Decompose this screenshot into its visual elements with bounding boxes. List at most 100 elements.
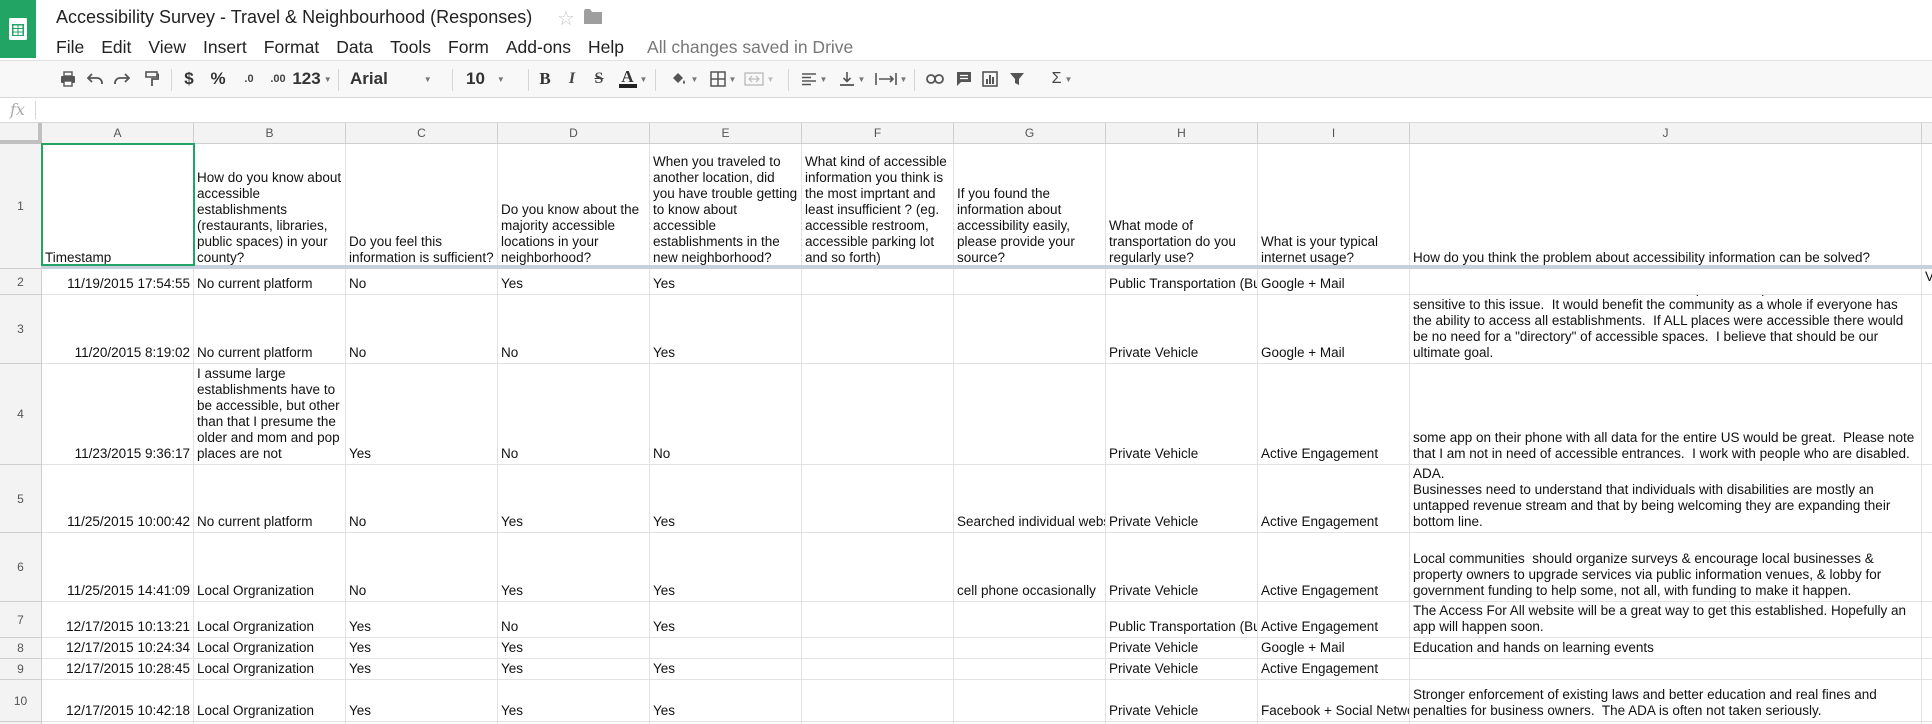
cell-g5[interactable]: Searched individual webs <box>954 465 1106 533</box>
cell-j9[interactable] <box>1410 659 1922 680</box>
cell-h4[interactable]: Private Vehicle <box>1106 364 1258 465</box>
cell-j5[interactable]: New builds need to be enforced by the lo… <box>1410 465 1922 533</box>
cell-i2[interactable]: Google + Mail <box>1258 269 1410 295</box>
cell-a1[interactable]: Timestamp <box>42 144 194 269</box>
cell-e2[interactable]: Yes <box>650 269 802 295</box>
column-header-a[interactable]: A <box>42 123 194 144</box>
cell-i9[interactable]: Active Engagement <box>1258 659 1410 680</box>
cell-b4[interactable]: I assume large establishments have to be… <box>194 364 346 465</box>
row-header-3[interactable]: 3 <box>0 295 42 364</box>
cell-d6[interactable]: Yes <box>498 533 650 602</box>
column-header-f[interactable]: F <box>802 123 954 144</box>
strikethrough-button[interactable]: S <box>589 61 609 97</box>
merge-cells-button[interactable]: ▼ <box>742 61 776 97</box>
cell-b10[interactable]: Local Orgranization <box>194 680 346 722</box>
cell-g6[interactable]: cell phone occasionally <box>954 533 1106 602</box>
cell-e5[interactable]: Yes <box>650 465 802 533</box>
cell-c6[interactable]: No <box>346 533 498 602</box>
cell-a6[interactable]: 11/25/2015 14:41:09 <box>42 533 194 602</box>
cell-d9[interactable]: Yes <box>498 659 650 680</box>
row-header-4[interactable]: 4 <box>0 364 42 465</box>
cell-next-3[interactable] <box>1922 295 1932 364</box>
cell-next-9[interactable] <box>1922 659 1932 680</box>
cell-h5[interactable]: Private Vehicle <box>1106 465 1258 533</box>
column-header-h[interactable]: H <box>1106 123 1258 144</box>
cell-e10[interactable]: Yes <box>650 680 802 722</box>
insert-comment-icon[interactable] <box>952 61 976 97</box>
redo-icon[interactable] <box>110 61 134 97</box>
borders-button[interactable]: ▼ <box>707 61 739 97</box>
menu-format[interactable]: Format <box>264 37 319 58</box>
cell-c5[interactable]: No <box>346 465 498 533</box>
cell-c9[interactable]: Yes <box>346 659 498 680</box>
insert-link-icon[interactable] <box>922 61 948 97</box>
filter-icon[interactable] <box>1004 61 1030 97</box>
cell-d5[interactable]: Yes <box>498 465 650 533</box>
cell-c8[interactable]: Yes <box>346 638 498 659</box>
cell-d3[interactable]: No <box>498 295 650 364</box>
functions-button[interactable]: Σ ▼ <box>1044 61 1080 97</box>
column-header-j[interactable]: J <box>1410 123 1922 144</box>
folder-icon[interactable] <box>584 9 602 29</box>
percent-format-button[interactable]: % <box>206 61 230 97</box>
cell-f8[interactable] <box>802 638 954 659</box>
formula-input[interactable] <box>42 98 1932 122</box>
cell-f3[interactable] <box>802 295 954 364</box>
cell-c4[interactable]: Yes <box>346 364 498 465</box>
row-header-9[interactable]: 9 <box>0 659 42 680</box>
cell-g9[interactable] <box>954 659 1106 680</box>
cell-h3[interactable]: Private Vehicle <box>1106 295 1258 364</box>
cell-a5[interactable]: 11/25/2015 10:00:42 <box>42 465 194 533</box>
cell-e3[interactable]: Yes <box>650 295 802 364</box>
cell-next-5[interactable] <box>1922 465 1932 533</box>
cell-e9[interactable]: Yes <box>650 659 802 680</box>
cell-b3[interactable]: No current platform <box>194 295 346 364</box>
cell-h10[interactable]: Private Vehicle <box>1106 680 1258 722</box>
cell-j7[interactable]: The Access For All website will be a gre… <box>1410 602 1922 638</box>
row-header-7[interactable]: 7 <box>0 602 42 638</box>
cell-g8[interactable] <box>954 638 1106 659</box>
cell-e4[interactable]: No <box>650 364 802 465</box>
column-header-next[interactable] <box>1922 123 1932 144</box>
cell-j6[interactable]: Local communities should organize survey… <box>1410 533 1922 602</box>
cell-e7[interactable]: Yes <box>650 602 802 638</box>
cell-j2[interactable] <box>1410 269 1922 295</box>
cell-next-1[interactable] <box>1922 144 1932 269</box>
cell-c2[interactable]: No <box>346 269 498 295</box>
star-icon[interactable]: ☆ <box>557 6 575 31</box>
cell-d2[interactable]: Yes <box>498 269 650 295</box>
cell-i6[interactable]: Active Engagement <box>1258 533 1410 602</box>
menu-insert[interactable]: Insert <box>203 37 247 58</box>
cell-h6[interactable]: Private Vehicle <box>1106 533 1258 602</box>
cell-d1[interactable]: Do you know about the majority accessibl… <box>498 144 650 269</box>
cell-c3[interactable]: No <box>346 295 498 364</box>
bold-button[interactable]: B <box>535 61 555 97</box>
cell-g4[interactable] <box>954 364 1106 465</box>
cell-j1[interactable]: How do you think the problem about acces… <box>1410 144 1922 269</box>
cell-h9[interactable]: Private Vehicle <box>1106 659 1258 680</box>
cell-i7[interactable]: Active Engagement <box>1258 602 1410 638</box>
cell-d4[interactable]: No <box>498 364 650 465</box>
cell-g2[interactable] <box>954 269 1106 295</box>
cell-d8[interactable]: Yes <box>498 638 650 659</box>
cell-e6[interactable]: Yes <box>650 533 802 602</box>
cell-g7[interactable] <box>954 602 1106 638</box>
currency-format-button[interactable]: $ <box>178 61 200 97</box>
select-all-corner[interactable] <box>0 123 42 144</box>
column-header-e[interactable]: E <box>650 123 802 144</box>
cell-e8[interactable] <box>650 638 802 659</box>
cell-g3[interactable] <box>954 295 1106 364</box>
cell-b6[interactable]: Local Orgranization <box>194 533 346 602</box>
cell-b8[interactable]: Local Orgranization <box>194 638 346 659</box>
column-header-g[interactable]: G <box>954 123 1106 144</box>
insert-chart-icon[interactable] <box>978 61 1002 97</box>
cell-i4[interactable]: Active Engagement <box>1258 364 1410 465</box>
cell-f6[interactable] <box>802 533 954 602</box>
cell-g10[interactable] <box>954 680 1106 722</box>
cell-h7[interactable]: Public Transportation (Bu <box>1106 602 1258 638</box>
cell-f4[interactable] <box>802 364 954 465</box>
cell-i5[interactable]: Active Engagement <box>1258 465 1410 533</box>
cell-a3[interactable]: 11/20/2015 8:19:02 <box>42 295 194 364</box>
document-title[interactable]: Accessibility Survey - Travel & Neighbou… <box>56 7 532 28</box>
cell-c10[interactable]: Yes <box>346 680 498 722</box>
